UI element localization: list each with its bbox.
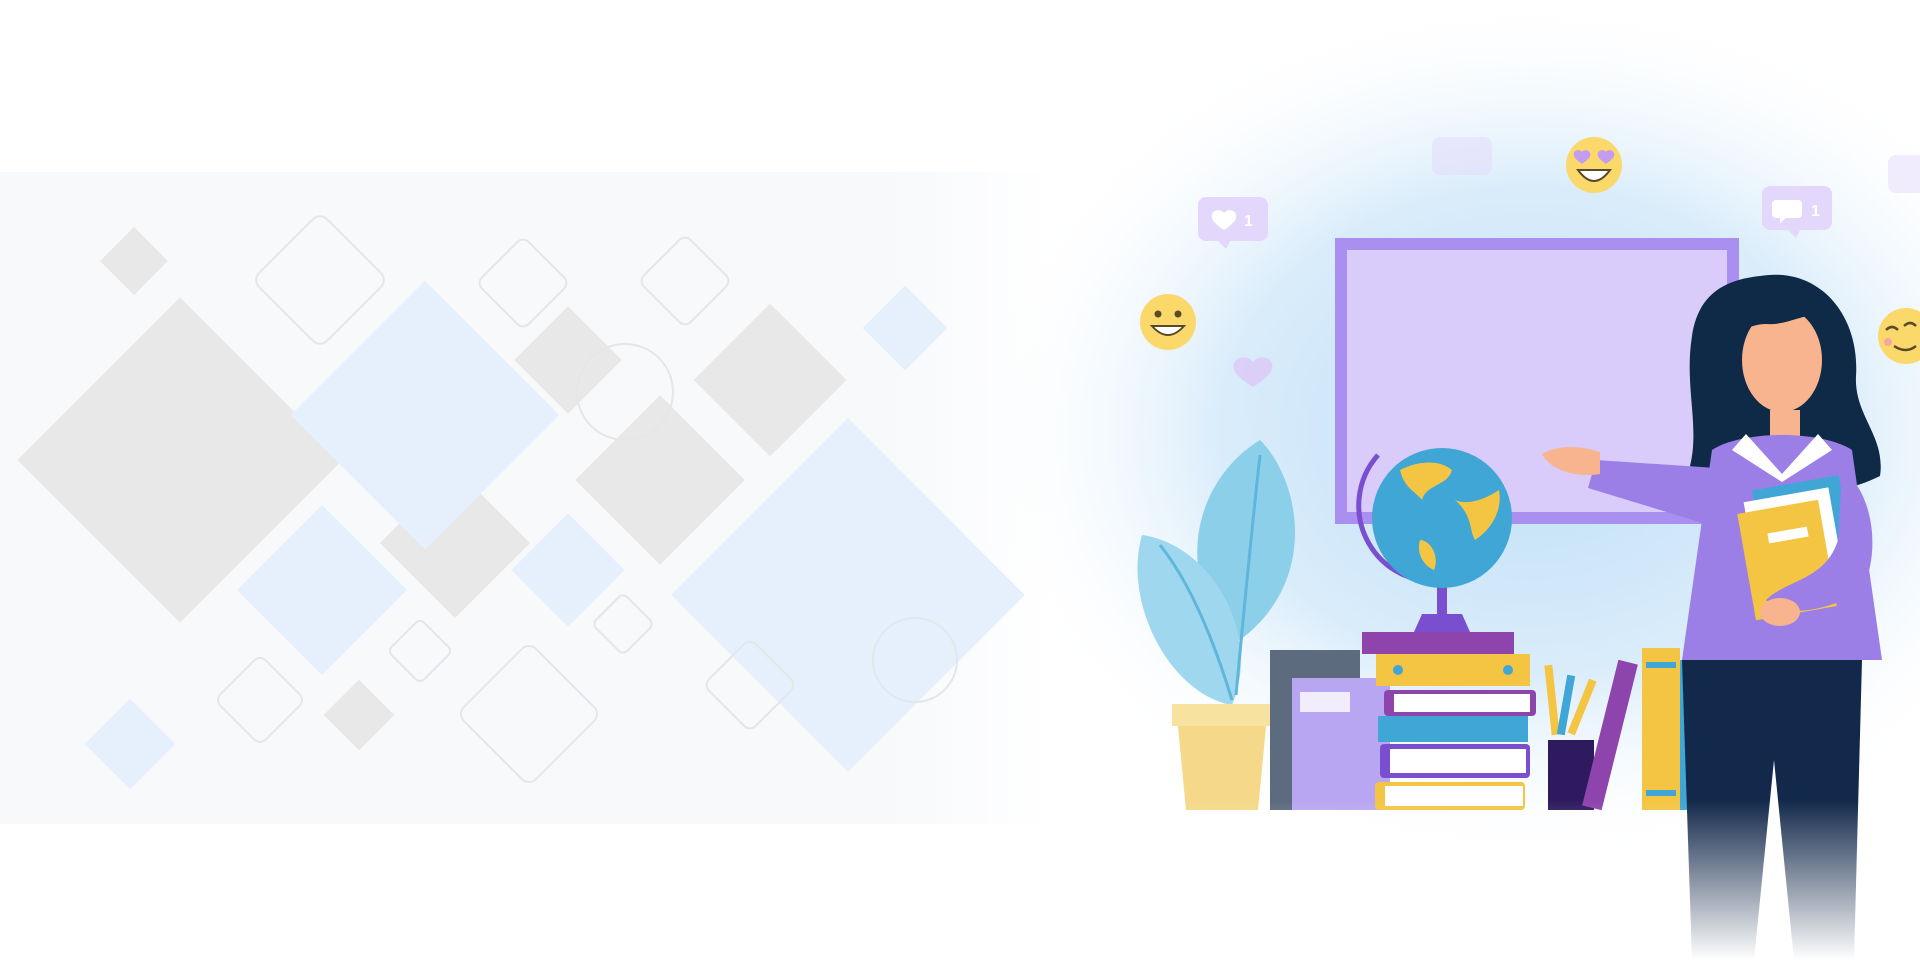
hero-banner: 1 1 xyxy=(0,0,1920,960)
comment-count: 1 xyxy=(1811,203,1820,220)
like-count: 1 xyxy=(1244,213,1253,230)
books-icon xyxy=(1270,632,1536,810)
smile-emoji-icon xyxy=(1140,294,1196,350)
diamond-pattern-panel xyxy=(0,172,1050,824)
banner-illustration: 1 1 xyxy=(0,0,1920,960)
heart-eyes-emoji-icon xyxy=(1566,137,1622,193)
